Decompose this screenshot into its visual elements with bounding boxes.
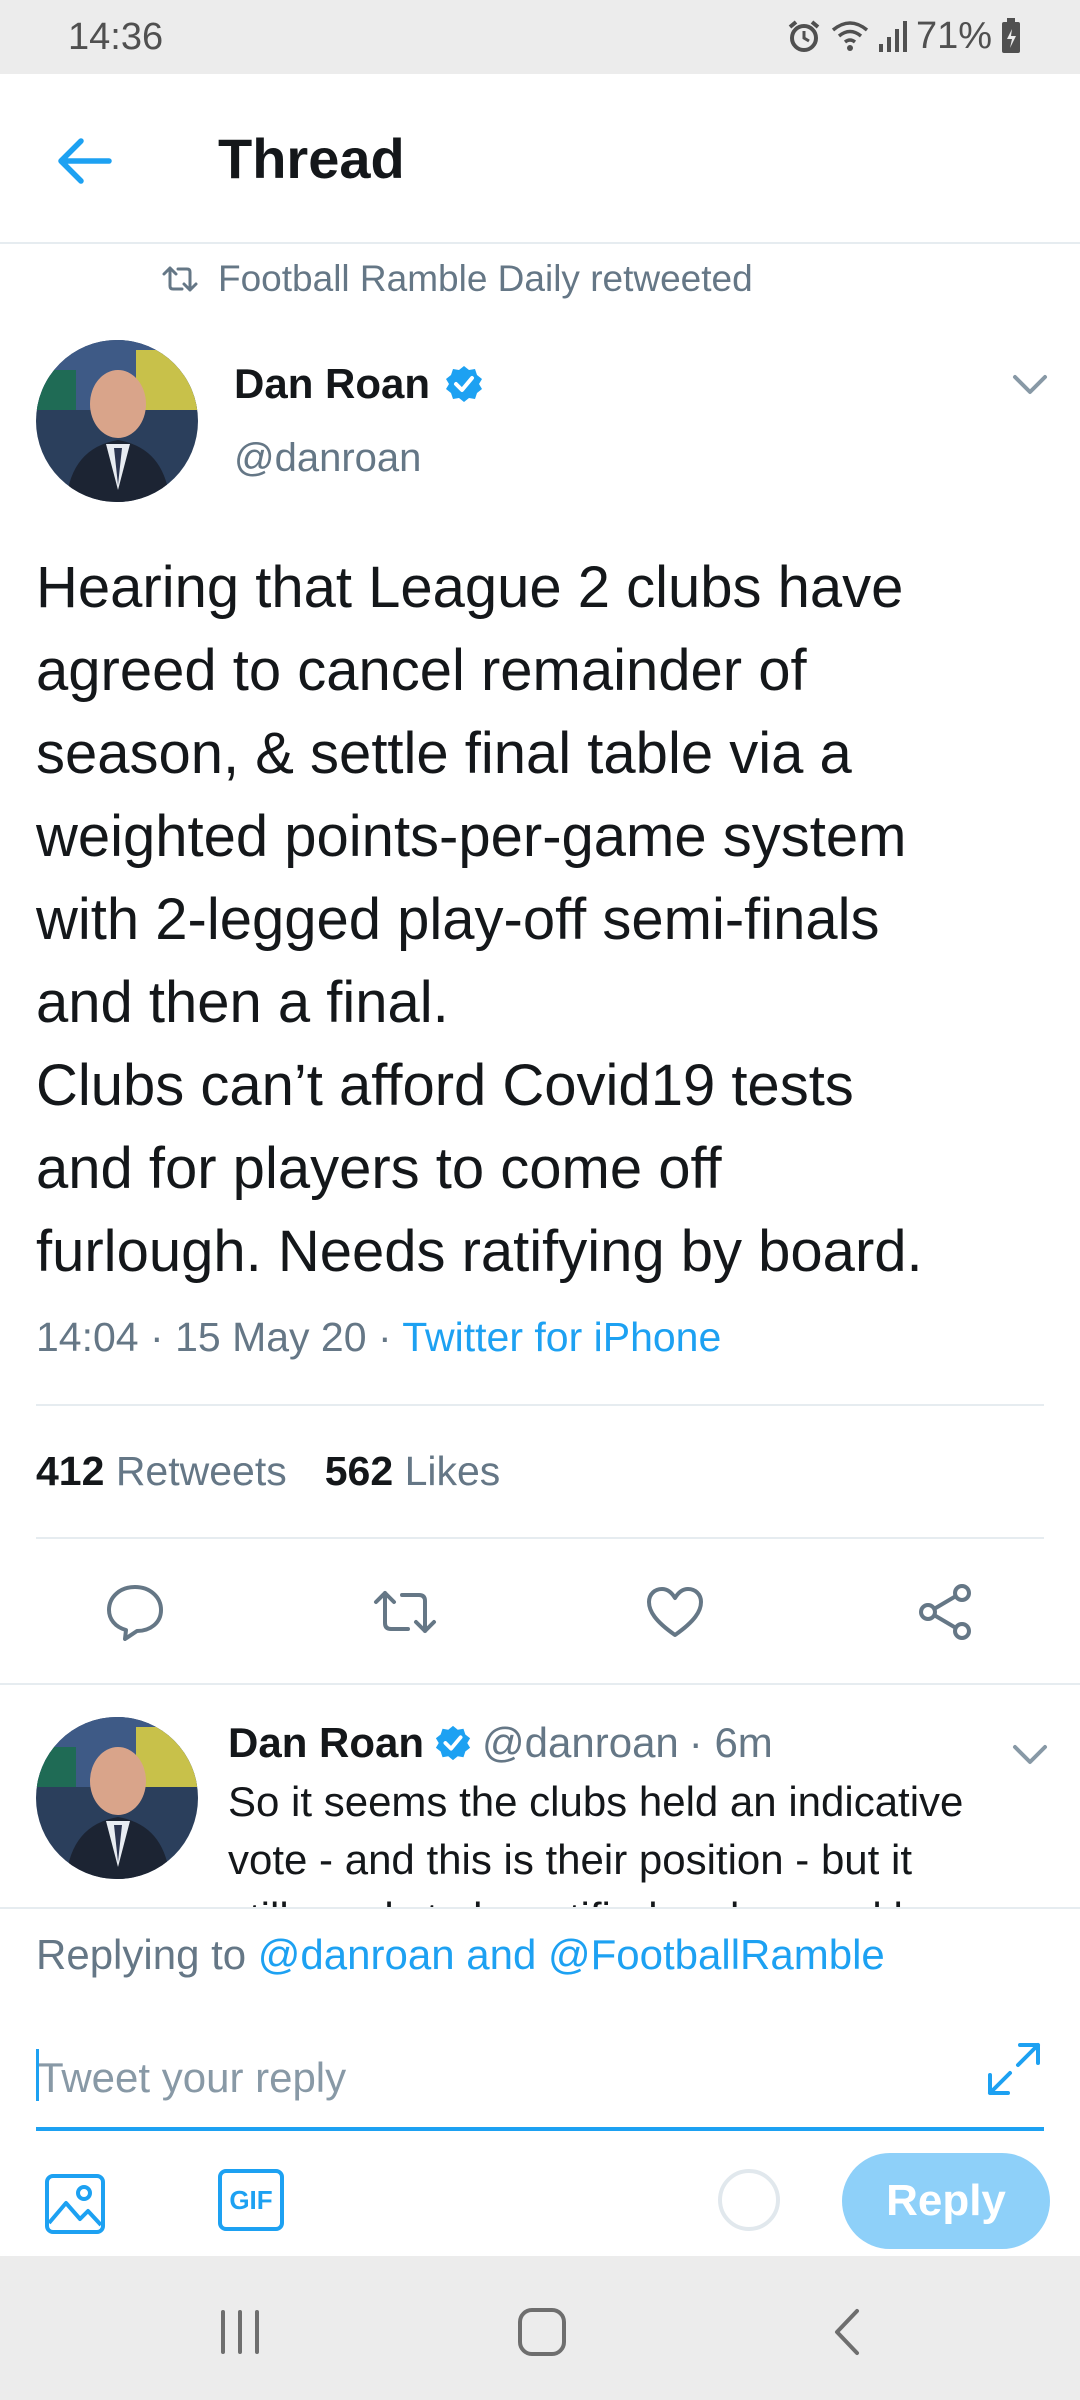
divider bbox=[36, 1537, 1044, 1539]
meta-separator: · bbox=[150, 1314, 164, 1360]
tweet-body: Hearing that League 2 clubs have agreed … bbox=[36, 546, 1056, 1293]
replying-to-prefix: Replying to bbox=[36, 1931, 247, 1978]
tweet-text-line: weighted points-per-game system bbox=[36, 804, 907, 869]
author-handle[interactable]: @danroan bbox=[234, 436, 421, 481]
tweet-date: 15 May 20 bbox=[175, 1314, 367, 1360]
battery-icon bbox=[1002, 18, 1020, 53]
tweet-text-line: and for players to come off bbox=[36, 1136, 722, 1201]
status-icons: 71% bbox=[786, 14, 1022, 58]
reply-tweet[interactable]: Dan Roan @danroan · 6m So it seems the c… bbox=[0, 1685, 1080, 1907]
retweets-count: 412 bbox=[36, 1448, 105, 1494]
tweet-menu-button[interactable] bbox=[1005, 365, 1055, 405]
tweet-text-line: agreed to cancel remainder of bbox=[36, 638, 807, 703]
tweet-stats: 412 Retweets 562 Likes bbox=[36, 1448, 500, 1495]
chevron-down-icon bbox=[1013, 375, 1047, 394]
profile-photo bbox=[36, 340, 198, 502]
tweet-text-line: furlough. Needs ratifying by board. bbox=[36, 1219, 923, 1284]
avatar[interactable] bbox=[36, 340, 198, 502]
retweet-button[interactable] bbox=[365, 1572, 445, 1652]
share-icon bbox=[919, 1584, 971, 1640]
like-button[interactable] bbox=[635, 1572, 715, 1652]
chevron-down-icon bbox=[1013, 1745, 1047, 1764]
retweets-label: Retweets bbox=[115, 1448, 287, 1494]
reply-icon bbox=[107, 1585, 163, 1641]
back-button[interactable] bbox=[50, 126, 120, 196]
home-button[interactable] bbox=[502, 2292, 582, 2372]
reply-button[interactable] bbox=[95, 1572, 175, 1652]
reply-tweet-header: Dan Roan @danroan · 6m bbox=[228, 1719, 773, 1767]
avatar[interactable] bbox=[36, 1717, 198, 1879]
home-icon bbox=[518, 2308, 566, 2356]
recent-apps-button[interactable] bbox=[200, 2292, 280, 2372]
retweets-stat[interactable]: 412 Retweets bbox=[36, 1448, 287, 1495]
composer-toolbar: GIF Reply bbox=[0, 2149, 1080, 2249]
reply-text-line: So it seems the clubs held an indicative bbox=[228, 1778, 964, 1825]
tweet-text-line: with 2-legged play-off semi-finals bbox=[36, 887, 880, 952]
tweet-actions bbox=[0, 1572, 1080, 1652]
reply-author-handle[interactable]: @danroan bbox=[482, 1719, 679, 1767]
likes-count: 562 bbox=[324, 1448, 394, 1494]
expand-composer-button[interactable] bbox=[982, 2037, 1046, 2101]
meta-separator: · bbox=[377, 1314, 392, 1360]
retweet-icon bbox=[374, 1591, 436, 1633]
author-name-text: Dan Roan bbox=[234, 360, 431, 407]
tweet-text-line: Clubs can’t afford Covid19 tests bbox=[36, 1053, 854, 1118]
progress-ring-icon bbox=[718, 2169, 780, 2231]
tweet-time: 14:04 bbox=[36, 1314, 139, 1360]
tweet-text-line: Hearing that League 2 clubs have bbox=[36, 555, 904, 620]
reply-submit-button[interactable]: Reply bbox=[842, 2153, 1050, 2249]
author-name[interactable]: Dan Roan bbox=[234, 360, 484, 408]
tweet-text-line: season, & settle final table via a bbox=[36, 721, 852, 786]
divider bbox=[36, 1404, 1044, 1406]
status-bar: 14:36 71% bbox=[0, 0, 1080, 74]
profile-photo bbox=[36, 1717, 198, 1879]
reply-text-line: still needs to be ratified and agreed by bbox=[228, 1889, 1048, 1907]
like-icon bbox=[647, 1587, 703, 1637]
recent-apps-icon bbox=[221, 2310, 259, 2354]
add-image-button[interactable] bbox=[38, 2167, 112, 2241]
tweet-text-line: and then a final. bbox=[36, 970, 449, 1035]
thread-header: Thread bbox=[0, 74, 1080, 244]
image-icon bbox=[45, 2174, 105, 2234]
text-cursor bbox=[36, 2049, 39, 2101]
character-counter-ring bbox=[716, 2167, 782, 2233]
retweet-context-label: Football Ramble Daily retweeted bbox=[218, 258, 753, 299]
share-button[interactable] bbox=[905, 1572, 985, 1652]
retweet-icon bbox=[162, 266, 198, 292]
add-gif-button[interactable]: GIF bbox=[218, 2169, 284, 2231]
reply-composer: Replying to @danroan and @FootballRamble… bbox=[0, 1907, 1080, 2255]
tweet-source-link[interactable]: Twitter for iPhone bbox=[402, 1314, 721, 1360]
reply-input[interactable] bbox=[36, 2029, 1044, 2131]
gif-label: GIF bbox=[229, 2184, 273, 2215]
retweet-context[interactable]: Football Ramble Daily retweeted bbox=[160, 258, 753, 300]
status-time: 14:36 bbox=[68, 16, 164, 58]
likes-stat[interactable]: 562 Likes bbox=[325, 1448, 501, 1495]
reply-tweet-age: · 6m bbox=[688, 1719, 773, 1766]
wifi-icon bbox=[831, 21, 869, 51]
reply-text-line: vote - and this is their position - but … bbox=[228, 1836, 912, 1883]
signal-icon bbox=[878, 21, 907, 52]
arrow-left-icon bbox=[58, 138, 112, 184]
reply-author-name[interactable]: Dan Roan bbox=[228, 1719, 424, 1767]
replying-to: Replying to @danroan and @FootballRamble bbox=[36, 1931, 885, 1979]
battery-percent: 71% bbox=[915, 14, 992, 57]
page-title: Thread bbox=[218, 127, 405, 190]
expand-icon bbox=[988, 2043, 1040, 2095]
replying-to-mentions[interactable]: @danroan and @FootballRamble bbox=[258, 1931, 885, 1978]
chevron-left-icon bbox=[835, 2309, 859, 2355]
reply-tweet-body: So it seems the clubs held an indicative… bbox=[228, 1773, 1048, 1907]
system-nav-bar bbox=[0, 2256, 1080, 2400]
nav-back-button[interactable] bbox=[806, 2292, 886, 2372]
verified-badge-icon bbox=[435, 1725, 471, 1761]
likes-label: Likes bbox=[404, 1448, 501, 1494]
tweet-meta: 14:04 · 15 May 20 · Twitter for iPhone bbox=[36, 1314, 721, 1361]
alarm-icon bbox=[788, 20, 820, 52]
verified-badge-icon bbox=[446, 366, 483, 402]
tweet-menu-button[interactable] bbox=[1005, 1735, 1055, 1775]
